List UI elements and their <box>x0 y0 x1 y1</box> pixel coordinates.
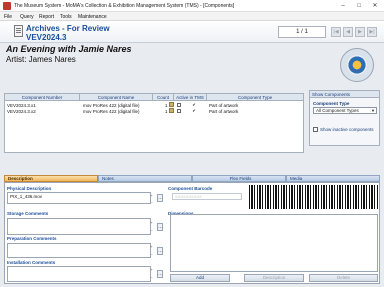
menu-maintenance[interactable]: Maintenance <box>78 14 107 20</box>
col-component-type[interactable]: Component Type <box>207 95 303 100</box>
row-active-checkbox-box[interactable] <box>177 103 181 107</box>
col-component-number[interactable]: Component Number <box>5 95 79 100</box>
thumbnail-icon <box>169 108 174 113</box>
first-record-button[interactable]: |◀ <box>331 27 341 37</box>
chevron-down-icon: ▼ <box>371 108 375 113</box>
spin-up-icon[interactable]: + <box>149 244 154 249</box>
col-component-name[interactable]: Component Name <box>80 95 152 100</box>
record-pager: 1 / 1 <box>278 26 326 38</box>
storage-comments-field[interactable] <box>7 218 151 235</box>
add-dimension-button[interactable]: Add <box>170 274 230 282</box>
minimize-button[interactable]: – <box>336 0 350 12</box>
show-inactive-label: Show inactive components <box>320 127 374 132</box>
object-title: An Evening with Jamie Nares <box>6 44 132 54</box>
row-active-checkbox[interactable]: ✔ <box>192 103 196 107</box>
tms-logo-icon <box>340 48 374 82</box>
row-component-type: Part of artwork <box>209 102 239 108</box>
last-record-button[interactable]: ▶| <box>367 27 377 37</box>
spin-up-icon[interactable]: + <box>149 220 154 225</box>
components-grid: Component Number Component Name Count Ac… <box>4 93 304 153</box>
next-record-button[interactable]: ▶ <box>355 27 365 37</box>
show-inactive-checkbox[interactable] <box>313 127 318 132</box>
row-component-number: VEV2024.3.x1 <box>7 102 36 108</box>
row-active-checkbox-box[interactable] <box>177 109 181 113</box>
row-component-name: mov ProRes 422 (digital file) <box>83 102 140 108</box>
row-active-checkbox[interactable]: ✔ <box>192 109 196 113</box>
dimensions-list[interactable] <box>170 214 378 272</box>
physical-description-field[interactable]: PIX_1_436.mov <box>7 192 151 204</box>
show-components-panel: Show Components Component Type All Compo… <box>309 90 380 146</box>
thumbnail-icon <box>169 102 174 107</box>
storage-comments-label: Storage Comments <box>7 211 49 216</box>
component-barcode-field[interactable]: XXXXXXXXXX <box>172 193 242 200</box>
detail-tabs: Description Notes Flex Fields Media <box>4 175 380 182</box>
preparation-comments-label: Preparation Comments <box>7 236 57 241</box>
row-count: 1 <box>165 108 168 114</box>
spin-down-icon[interactable]: – <box>149 199 154 204</box>
col-count[interactable]: Count <box>153 95 173 100</box>
expand-button[interactable]: … <box>157 194 163 202</box>
row-component-name: mov ProRes 422 (digital file) <box>83 108 140 114</box>
object-artist: Artist: James Nares <box>6 55 76 64</box>
document-icon <box>14 25 23 37</box>
spin-down-icon[interactable]: – <box>149 274 154 279</box>
expand-button[interactable]: … <box>157 247 163 255</box>
tab-notes[interactable]: Notes <box>98 175 192 182</box>
header-title: Archives - For Review <box>26 24 110 33</box>
menu-bar: File Query Report Tools Maintenance <box>0 12 384 21</box>
edit-description-button[interactable]: Description <box>244 274 304 282</box>
component-barcode-label: Component Barcode <box>168 186 213 191</box>
menu-tools[interactable]: Tools <box>60 14 72 20</box>
menu-report[interactable]: Report <box>39 14 54 20</box>
barcode-image <box>249 185 379 209</box>
spin-up-icon[interactable]: + <box>149 267 154 272</box>
expand-button[interactable]: … <box>157 270 163 278</box>
show-components-heading: Show Components <box>310 91 379 98</box>
delete-dimension-button[interactable]: Delete <box>309 274 378 282</box>
app-icon <box>3 2 11 10</box>
spin-down-icon[interactable]: – <box>149 227 154 232</box>
maximize-button[interactable]: □ <box>352 0 366 12</box>
col-active[interactable]: Active in TMS <box>174 95 206 100</box>
menu-file[interactable]: File <box>4 14 12 20</box>
previous-record-button[interactable]: ◀ <box>343 27 353 37</box>
physical-description-label: Physical Description <box>7 186 52 191</box>
installation-comments-field[interactable] <box>7 266 151 282</box>
record-header: Archives - For Review VEV2024.3 1 / 1 |◀… <box>0 21 384 43</box>
tab-description[interactable]: Description <box>4 175 98 182</box>
menu-query[interactable]: Query <box>20 14 34 20</box>
tab-media[interactable]: Media <box>286 175 380 182</box>
preparation-comments-field[interactable] <box>7 243 151 258</box>
window-title: The Museum System - MoMA's Collection & … <box>14 3 235 9</box>
component-type-select[interactable]: All Component Types ▼ <box>313 107 377 114</box>
spin-down-icon[interactable]: – <box>149 251 154 256</box>
tab-flex-fields[interactable]: Flex Fields <box>192 175 286 182</box>
close-button[interactable]: ✕ <box>368 0 382 12</box>
row-component-type: Part of artwork <box>209 108 239 114</box>
component-type-label: Component Type <box>313 101 350 106</box>
row-component-number: VEV2024.3.x2 <box>7 108 36 114</box>
expand-button[interactable]: … <box>157 223 163 231</box>
installation-comments-label: Installation Comments <box>7 260 56 265</box>
description-panel: Physical Description PIX_1_436.mov + – …… <box>4 182 380 284</box>
window-titlebar: The Museum System - MoMA's Collection & … <box>0 0 384 12</box>
spin-up-icon[interactable]: + <box>149 193 154 198</box>
header-record-number: VEV2024.3 <box>26 33 67 42</box>
row-count: 1 <box>165 102 168 108</box>
table-row[interactable]: VEV2024.3.x2 mov ProRes 422 (digital fil… <box>5 108 303 114</box>
component-type-value: All Component Types <box>316 108 359 113</box>
grid-header: Component Number Component Name Count Ac… <box>5 94 303 101</box>
